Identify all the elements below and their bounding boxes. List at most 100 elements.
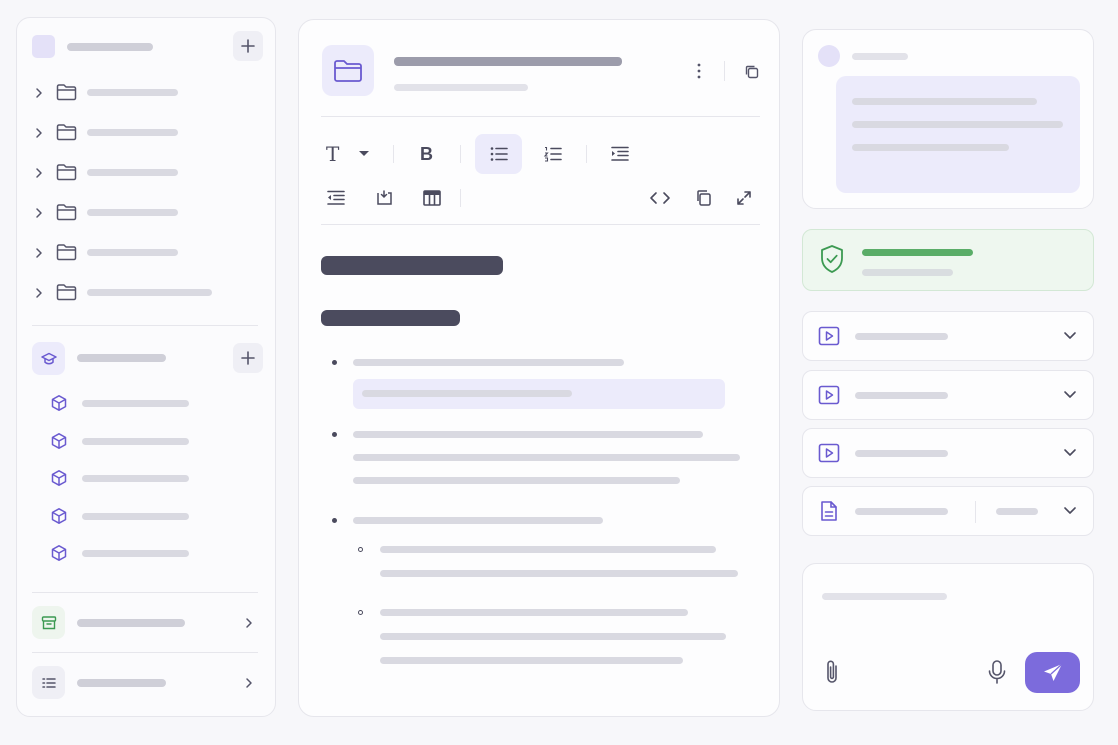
duplicate-button[interactable] — [743, 63, 761, 81]
folder-tree-item[interactable] — [32, 240, 258, 266]
module-item[interactable] — [48, 391, 258, 415]
toolbar-separator — [460, 189, 461, 207]
folder-tree-item[interactable] — [32, 200, 258, 226]
chevron-down-icon[interactable] — [1063, 448, 1077, 458]
cube-icon — [51, 395, 67, 411]
plus-icon — [241, 39, 255, 53]
folder-tree-item[interactable] — [32, 120, 258, 146]
folder-name-placeholder — [87, 249, 178, 256]
folder-tree-item[interactable] — [32, 80, 258, 106]
expand-button[interactable] — [730, 186, 758, 210]
copy-button[interactable] — [690, 186, 718, 210]
code-button[interactable] — [646, 186, 674, 210]
list-bullet — [332, 360, 337, 365]
add-course-button[interactable] — [233, 343, 263, 373]
module-item[interactable] — [48, 466, 258, 490]
toolbar-separator — [460, 145, 461, 163]
folder-tree-item[interactable] — [32, 280, 258, 306]
module-item[interactable] — [48, 504, 258, 528]
chevron-down-icon[interactable] — [1063, 331, 1077, 341]
module-item[interactable] — [48, 541, 258, 565]
list-item-text — [353, 454, 740, 461]
table-icon — [423, 190, 441, 206]
folder-tree-item[interactable] — [32, 160, 258, 186]
play-icon — [818, 385, 840, 405]
list-row[interactable] — [32, 666, 260, 700]
indent-button[interactable] — [606, 142, 634, 166]
folder-name-placeholder — [87, 169, 178, 176]
folder-icon — [334, 59, 362, 82]
courses-title-placeholder — [77, 354, 166, 362]
document-row[interactable] — [802, 486, 1094, 536]
text-style-dropdown[interactable]: T — [322, 140, 374, 168]
bullet-list-button[interactable] — [475, 134, 522, 174]
microphone-button[interactable] — [983, 657, 1011, 687]
chevron-right-icon[interactable] — [34, 247, 44, 259]
list-item-text — [353, 431, 703, 438]
document-row-meta-placeholder — [996, 508, 1038, 515]
module-name-placeholder — [82, 550, 189, 557]
list-item-text — [353, 477, 680, 484]
attach-button[interactable] — [818, 657, 846, 687]
play-icon — [818, 326, 840, 346]
microphone-icon — [988, 660, 1006, 684]
module-item[interactable] — [48, 429, 258, 453]
folder-icon — [56, 244, 77, 261]
commenter-avatar[interactable] — [818, 45, 840, 67]
document-icon — [821, 501, 837, 521]
workspace-avatar[interactable] — [32, 35, 55, 58]
numbered-list-icon — [543, 146, 562, 162]
document-folder-tile[interactable] — [322, 45, 374, 96]
courses-icon-tile[interactable] — [32, 342, 65, 375]
list-label-placeholder — [77, 679, 166, 687]
status-progress-bar — [862, 249, 973, 256]
more-vertical-icon — [697, 63, 701, 79]
caret-down-icon — [359, 151, 369, 156]
document-row-separator — [975, 501, 976, 523]
indent-icon — [611, 146, 629, 161]
chevron-down-icon[interactable] — [1063, 390, 1077, 400]
chevron-right-icon — [246, 618, 252, 628]
bold-button[interactable]: B — [412, 140, 442, 168]
heading-1-placeholder — [321, 256, 503, 275]
chevron-right-icon[interactable] — [34, 87, 44, 99]
media-row[interactable] — [802, 370, 1094, 420]
send-button[interactable] — [1025, 652, 1080, 693]
table-button[interactable] — [418, 186, 446, 210]
sublist-item-text — [380, 657, 683, 664]
document-subtitle-placeholder — [394, 84, 528, 91]
list-icon-tile — [32, 666, 65, 699]
media-row-title-placeholder — [855, 392, 948, 399]
chevron-right-icon[interactable] — [34, 287, 44, 299]
status-card[interactable] — [802, 229, 1094, 291]
chevron-right-icon[interactable] — [34, 167, 44, 179]
media-row[interactable] — [802, 428, 1094, 478]
copy-icon — [697, 190, 711, 206]
add-folder-button[interactable] — [233, 31, 263, 61]
sidebar-divider — [32, 325, 258, 326]
document-row-title-placeholder — [855, 508, 948, 515]
chevron-right-icon[interactable] — [34, 207, 44, 219]
archive-row[interactable] — [32, 606, 260, 640]
send-icon — [1043, 663, 1062, 681]
status-subtext-placeholder — [862, 269, 953, 276]
archive-icon-tile — [32, 606, 65, 639]
sublist-item-text — [380, 609, 688, 616]
editor-header-divider — [321, 116, 760, 117]
highlighted-text-block[interactable] — [353, 379, 725, 409]
more-options-button[interactable] — [690, 61, 708, 81]
folder-icon — [56, 124, 77, 141]
composer-input-placeholder[interactable] — [822, 593, 947, 600]
shield-check-icon — [821, 245, 843, 273]
folder-icon — [56, 164, 77, 181]
sublist-bullet — [358, 610, 363, 615]
comment-text-line — [852, 121, 1063, 128]
chevron-right-icon[interactable] — [34, 127, 44, 139]
insert-block-button[interactable] — [370, 186, 398, 210]
document-title-placeholder — [394, 57, 622, 66]
plus-icon — [241, 351, 255, 365]
outdent-button[interactable] — [322, 186, 350, 210]
media-row[interactable] — [802, 311, 1094, 361]
sidebar-divider — [32, 592, 258, 593]
numbered-list-button[interactable] — [539, 142, 567, 166]
